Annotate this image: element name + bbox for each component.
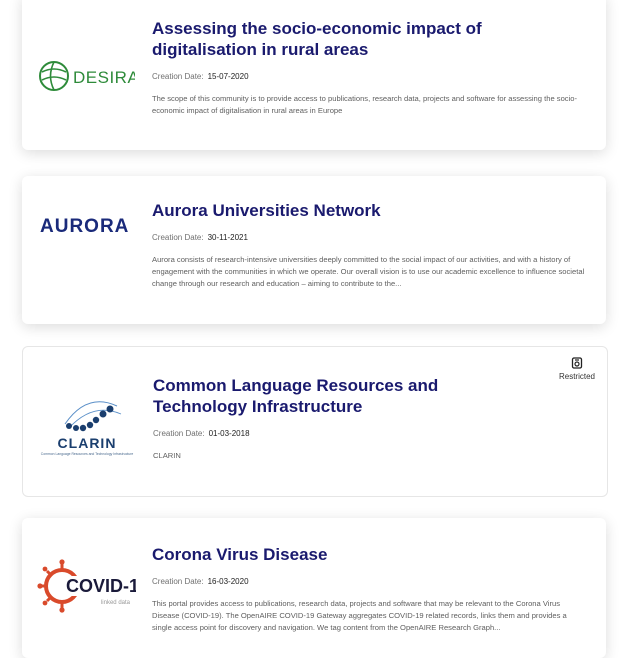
community-description: The scope of this community is to provid… [152,94,578,115]
community-title[interactable]: Corona Virus Disease [152,544,586,565]
restricted-badge: Restricted [559,356,595,381]
svg-text:Common Language Resources and: Common Language Resources and Technology… [41,452,134,456]
community-card-covid[interactable]: COVID-19 linked data Corona Virus Diseas… [22,518,606,658]
creation-date-value: 01-03-2018 [208,429,250,438]
svg-text:linked data: linked data [101,600,131,606]
globe-icon: DESIRA [39,61,135,91]
community-title[interactable]: Common Language Resources and Technology… [153,375,487,417]
creation-date-row: Creation Date: 30-11-2021 [152,233,586,242]
virus-icon: COVID-19 linked data [37,559,136,613]
community-card-aurora[interactable]: AURORA Aurora Universities Network Creat… [22,176,606,324]
community-title[interactable]: Aurora Universities Network [152,200,586,221]
svg-text:COVID-19: COVID-19 [66,576,136,596]
clarin-logo: CLARIN Common Language Resources and Tec… [23,383,151,465]
community-card-clarin[interactable]: Restricted CLARIN Common Language Resour… [22,346,608,497]
creation-date-value: 16-03-2020 [207,577,249,586]
svg-text:CLARIN: CLARIN [58,435,117,451]
svg-text:DESIRA: DESIRA [73,68,135,87]
creation-date-label: Creation Date: [152,233,204,242]
covid-logo: COVID-19 linked data [22,558,150,614]
community-description: This portal provides access to publicati… [152,599,567,632]
restricted-icon [571,357,583,369]
creation-date-label: Creation Date: [153,429,205,438]
creation-date-row: Creation Date: 15-07-2020 [152,72,586,81]
community-card-desira[interactable]: DESIRA Assessing the socio-economic impa… [22,0,606,150]
creation-date-label: Creation Date: [152,577,204,586]
restricted-label: Restricted [558,372,595,381]
creation-date-value: 30-11-2021 [207,233,248,242]
aurora-logo: AURORA [22,210,150,240]
community-title[interactable]: Assessing the socio-economic impact of d… [152,18,586,60]
creation-date-label: Creation Date: [152,72,204,81]
creation-date-row: Creation Date: 16-03-2020 [152,577,586,586]
community-description: CLARIN [153,451,181,460]
community-description: Aurora consists of research-intensive un… [152,255,585,288]
svg-text:AURORA: AURORA [40,216,129,236]
creation-date-row: Creation Date: 01-03-2018 [153,429,487,438]
desira-logo: DESIRA [22,46,150,106]
creation-date-value: 15-07-2020 [207,72,249,81]
